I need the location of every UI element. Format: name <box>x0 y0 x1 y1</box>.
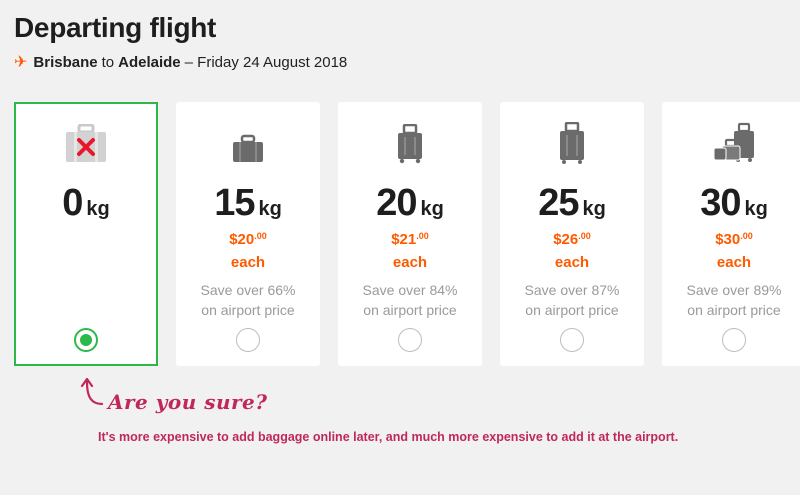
option-price-each: each <box>230 254 266 271</box>
warning-text: It's more expensive to add baggage onlin… <box>98 430 679 444</box>
option-weight: 15 kg <box>214 182 282 224</box>
option-radio[interactable] <box>74 328 98 352</box>
option-weight: 20 kg <box>376 182 444 224</box>
option-price-each: each <box>392 254 428 271</box>
baggage-option-0kg[interactable]: 0 kg <box>14 102 158 366</box>
option-radio[interactable] <box>398 328 422 352</box>
option-price-each: each <box>716 254 752 271</box>
option-price: $30.00 <box>715 231 753 248</box>
option-radio[interactable] <box>560 328 584 352</box>
baggage-option-25kg[interactable]: 25 kg $26.00 each Save over 87% on airpor… <box>500 102 644 366</box>
curved-arrow-icon <box>80 376 106 415</box>
baggage-option-20kg[interactable]: 20 kg $21.00 each Save over 84% on airpor… <box>338 102 482 366</box>
baggage-option-15kg[interactable]: 15 kg $20.00 each Save over 66% on airpor… <box>176 102 320 366</box>
no-bag-icon <box>16 124 156 164</box>
option-savings: Save over 66% on airport price <box>200 282 296 318</box>
option-price: $20.00 <box>229 231 267 248</box>
destination-city: Adelaide <box>118 53 181 71</box>
small-bag-icon <box>176 124 320 164</box>
warning-title: Are you sure? <box>108 390 268 414</box>
large-suitcase-icon <box>500 122 644 164</box>
route-to-word: to <box>101 53 115 71</box>
option-savings: Save over 84% on airport price <box>362 282 458 318</box>
multiple-bags-icon <box>662 122 800 164</box>
option-price: $21.00 <box>391 231 429 248</box>
origin-city: Brisbane <box>33 53 98 71</box>
option-weight: 25 kg <box>538 182 606 224</box>
option-price: $26.00 <box>553 231 591 248</box>
option-savings: Save over 89% on airport price <box>686 282 782 318</box>
suitcase-icon <box>338 124 482 164</box>
flight-date: – Friday 24 August 2018 <box>184 53 348 71</box>
option-radio[interactable] <box>236 328 260 352</box>
option-savings: Save over 87% on airport price <box>524 282 620 318</box>
baggage-option-30kg[interactable]: 30 kg $30.00 each Save over 89% on airpor… <box>662 102 800 366</box>
option-weight: 30 kg <box>700 182 768 224</box>
plane-icon: ✈ <box>14 54 28 71</box>
route-summary: ✈ Brisbane to Adelaide – Friday 24 Augus… <box>14 52 351 72</box>
option-radio[interactable] <box>722 328 746 352</box>
option-price-each: each <box>554 254 590 271</box>
option-weight: 0 kg <box>62 182 110 224</box>
page-title: Departing flight <box>14 12 217 43</box>
